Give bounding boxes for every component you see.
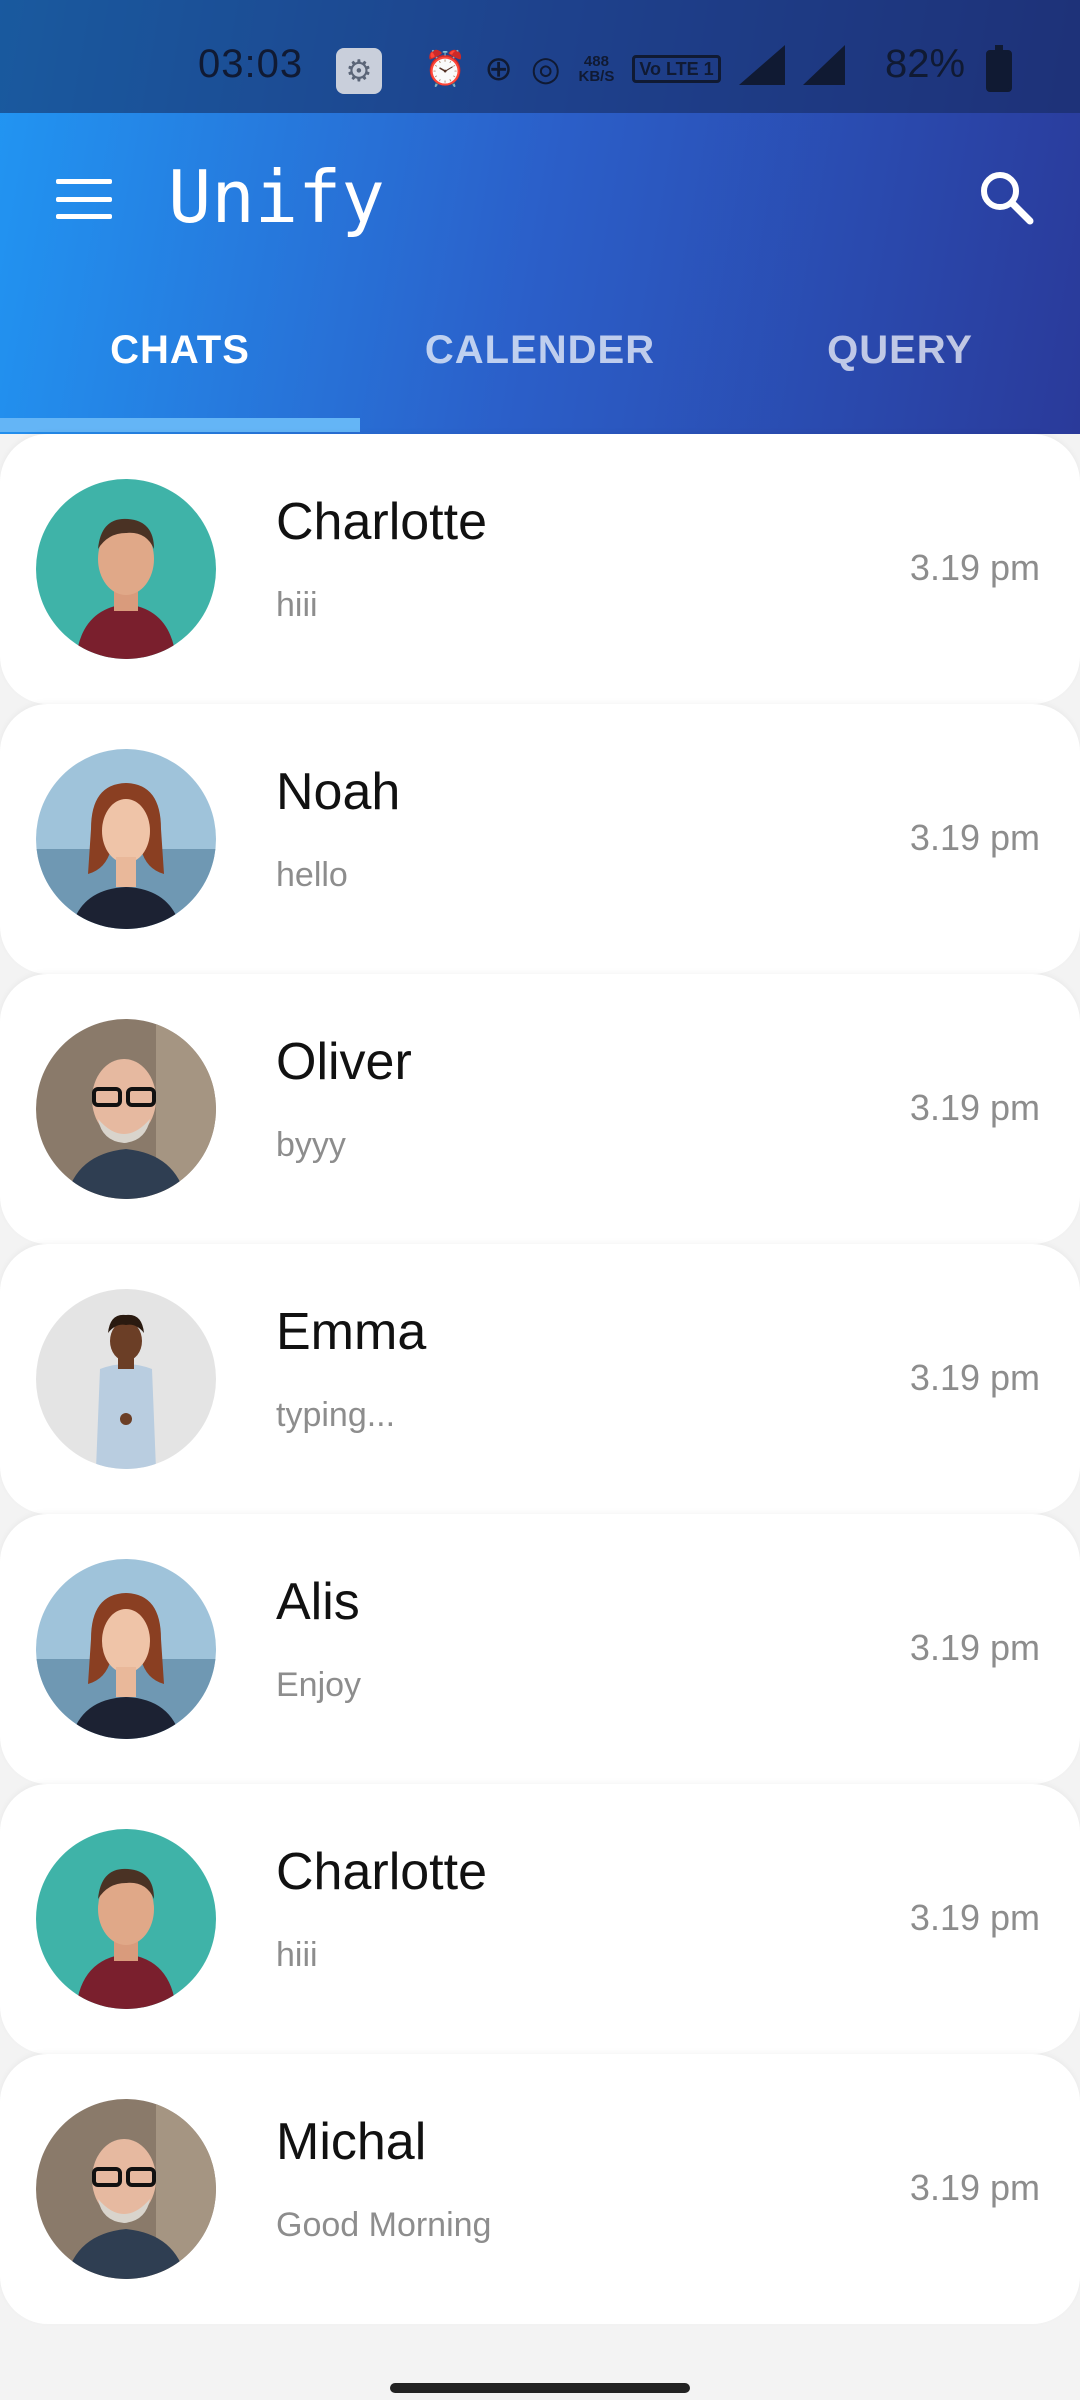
avatar (36, 479, 216, 659)
avatar (36, 1019, 216, 1199)
chat-name: Charlotte (276, 1843, 487, 1901)
app-title: Unify (168, 155, 385, 239)
battery-icon (986, 45, 1012, 92)
tab-indicator (0, 418, 360, 432)
chat-last-message: hiii (276, 1936, 318, 1974)
status-bar: 03:03 ⚙ ⏰ ⊕ ◎ 488 KB/S Vo LTE 1 82% (0, 0, 1080, 113)
home-indicator[interactable] (390, 2383, 690, 2393)
chat-list: Charlotte hiii 3.19 pm Noah hello 3.19 p… (0, 434, 1080, 2324)
battery-percent: 82% (885, 42, 966, 86)
tab-query[interactable]: QUERY (720, 300, 1080, 400)
network-speed: 488 KB/S (578, 53, 615, 85)
chat-last-message: Enjoy (276, 1666, 362, 1704)
chat-item[interactable]: Charlotte hiii 3.19 pm (0, 1784, 1080, 2054)
chat-item[interactable]: Charlotte hiii 3.19 pm (0, 434, 1080, 704)
chat-time: 3.19 pm (909, 817, 1040, 858)
chat-item[interactable]: Michal Good Morning 3.19 pm (0, 2054, 1080, 2324)
avatar (36, 1829, 216, 2009)
avatar (36, 1559, 216, 1739)
app-bar: Unify (0, 113, 1080, 283)
signal-icon (802, 44, 845, 94)
hamburger-menu-icon[interactable] (56, 179, 112, 219)
signal-4g-icon (738, 44, 785, 94)
status-icons: ⏰ ⊕ ◎ 488 KB/S Vo LTE 1 (424, 44, 845, 94)
chat-time: 3.19 pm (909, 547, 1040, 588)
chat-last-message: typing... (276, 1396, 396, 1434)
chat-item[interactable]: Emma typing... 3.19 pm (0, 1244, 1080, 1514)
avatar (36, 2099, 216, 2279)
chat-item[interactable]: Alis Enjoy 3.19 pm (0, 1514, 1080, 1784)
tab-chats[interactable]: CHATS (0, 300, 360, 400)
app-header: 03:03 ⚙ ⏰ ⊕ ◎ 488 KB/S Vo LTE 1 82% Unif… (0, 0, 1080, 434)
chat-time: 3.19 pm (909, 2167, 1040, 2208)
chat-last-message: byyy (276, 1126, 346, 1164)
chat-time: 3.19 pm (909, 1357, 1040, 1398)
tab-bar: CHATS CALENDER QUERY (0, 300, 1080, 434)
hotspot-icon: ◎ (530, 50, 561, 88)
data-saver-icon: ⊕ (484, 50, 513, 88)
chat-name: Oliver (276, 1033, 412, 1091)
chat-item[interactable]: Noah hello 3.19 pm (0, 704, 1080, 974)
chat-time: 3.19 pm (909, 1627, 1040, 1668)
chat-name: Emma (276, 1303, 427, 1361)
chat-last-message: Good Morning (276, 2206, 492, 2244)
avatar (36, 1289, 216, 1469)
chat-name: Michal (276, 2113, 427, 2171)
chat-name: Charlotte (276, 493, 487, 551)
chat-item[interactable]: Oliver byyy 3.19 pm (0, 974, 1080, 1244)
volte-icon: Vo LTE 1 (632, 55, 721, 83)
chat-last-message: hiii (276, 586, 318, 624)
search-icon[interactable] (978, 169, 1034, 225)
settings-notification-icon: ⚙ (336, 48, 382, 94)
alarm-icon: ⏰ (424, 50, 467, 88)
chat-name: Noah (276, 763, 401, 821)
chat-time: 3.19 pm (909, 1897, 1040, 1938)
tab-calender[interactable]: CALENDER (360, 300, 720, 400)
chat-last-message: hello (276, 856, 348, 894)
chat-time: 3.19 pm (909, 1087, 1040, 1128)
status-time: 03:03 (198, 42, 304, 86)
avatar (36, 749, 216, 929)
chat-name: Alis (276, 1573, 360, 1631)
